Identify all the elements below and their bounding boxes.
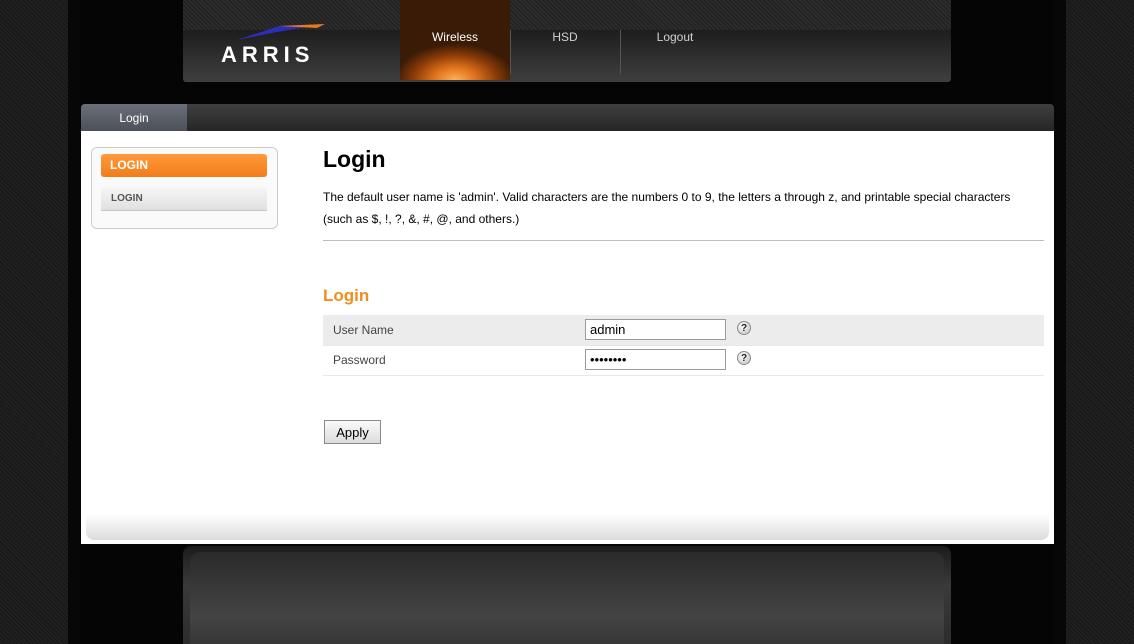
background-pattern-left bbox=[0, 0, 68, 644]
section-title: Login bbox=[323, 286, 370, 305]
username-row: User Name ? bbox=[323, 315, 1044, 346]
password-input[interactable] bbox=[585, 349, 726, 370]
sidebar-menu: LOGIN LOGIN bbox=[91, 147, 278, 229]
tab-login[interactable]: Login bbox=[81, 104, 187, 131]
background-edge-left bbox=[68, 0, 80, 644]
tab-bar: Login bbox=[81, 104, 1054, 131]
page-title: Login bbox=[323, 146, 386, 172]
divider bbox=[323, 240, 1044, 241]
username-label: User Name bbox=[333, 323, 394, 337]
nav-logout[interactable]: Logout bbox=[620, 0, 730, 80]
nav-wireless[interactable]: Wireless bbox=[400, 0, 510, 80]
background-edge-right bbox=[1054, 0, 1066, 644]
nav-hsd[interactable]: HSD bbox=[510, 0, 620, 80]
tab-login-label: Login bbox=[119, 111, 149, 125]
arris-logo: ARRIS bbox=[219, 22, 339, 67]
footer-bar bbox=[86, 514, 1049, 540]
content-frame: Login LOGIN LOGIN Login The default user… bbox=[81, 104, 1054, 544]
password-row: Password ? bbox=[323, 345, 1044, 376]
bottom-panel-inner bbox=[190, 552, 944, 644]
nav-hsd-label: HSD bbox=[552, 29, 578, 44]
sidebar-header: LOGIN bbox=[101, 154, 267, 177]
apply-button[interactable]: Apply bbox=[324, 420, 381, 444]
logo-text: ARRIS bbox=[221, 42, 315, 67]
username-input[interactable] bbox=[585, 319, 726, 340]
top-header: ARRIS Wireless HSD Logout bbox=[183, 0, 951, 82]
nav-wireless-label: Wireless bbox=[431, 29, 478, 44]
password-label: Password bbox=[333, 353, 386, 367]
help-icon[interactable]: ? bbox=[737, 321, 751, 335]
sidebar-item-login[interactable]: LOGIN bbox=[101, 187, 267, 211]
background-pattern-right bbox=[1066, 0, 1134, 644]
help-icon[interactable]: ? bbox=[737, 351, 751, 365]
page-description: The default user name is 'admin'. Valid … bbox=[323, 190, 1011, 226]
nav-logout-label: Logout bbox=[656, 29, 694, 44]
